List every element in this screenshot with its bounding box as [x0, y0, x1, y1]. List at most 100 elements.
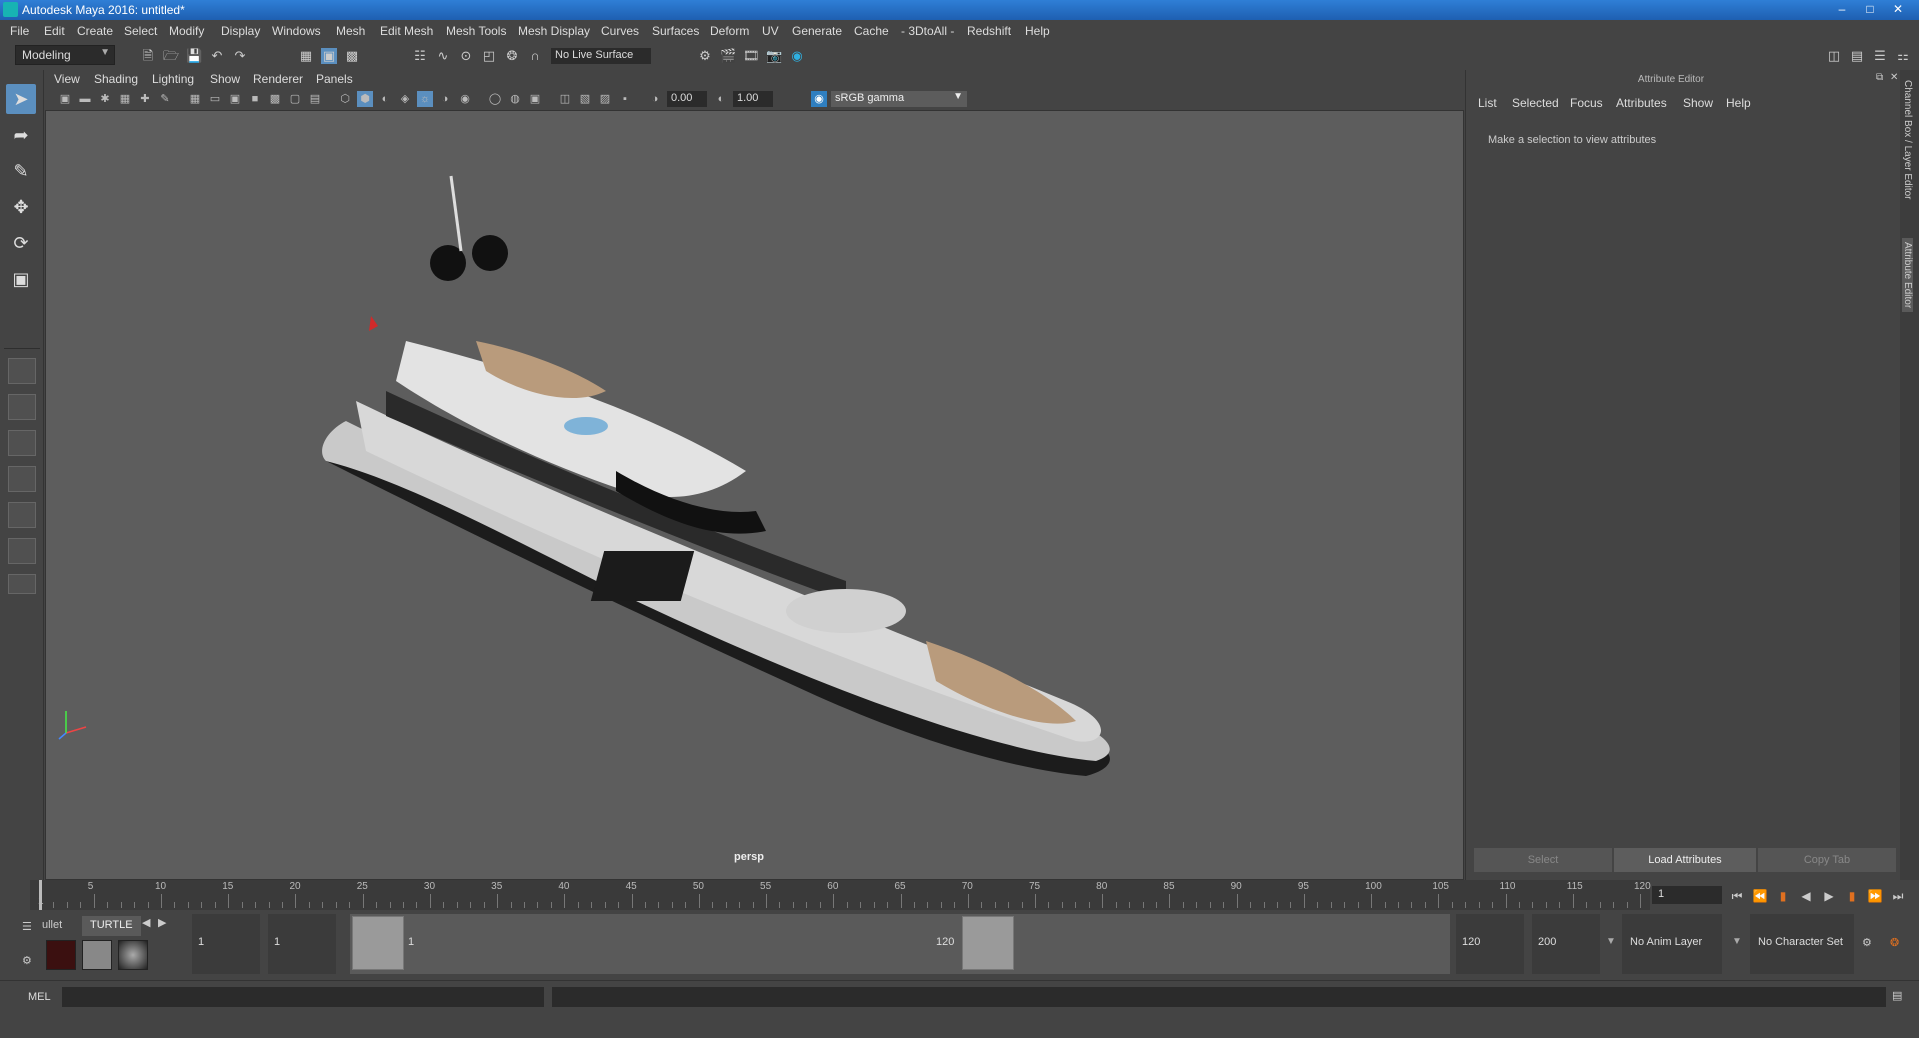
menu-mesh-display[interactable]: Mesh Display [518, 24, 590, 38]
panel-menu-view[interactable]: View [54, 72, 80, 86]
command-input[interactable] [62, 987, 544, 1007]
color-space-dropdown[interactable]: sRGB gamma ▼ [831, 91, 967, 107]
xray-icon[interactable]: ◯ [487, 91, 503, 107]
textured-icon[interactable]: ◈ [397, 91, 413, 107]
menu-mesh-tools[interactable]: Mesh Tools [446, 24, 506, 38]
play-forward-icon[interactable]: ▶ [1820, 888, 1838, 904]
anim-layer-dropdown[interactable]: No Anim Layer [1622, 914, 1722, 974]
gamma-icon[interactable]: ◐ [713, 91, 729, 107]
move-tool-icon[interactable]: ✥ [6, 192, 36, 222]
range-end-handle[interactable] [962, 916, 1014, 970]
snap-live-icon[interactable]: ❂ [504, 48, 520, 64]
float-panel-icon[interactable]: ⧉ [1876, 72, 1883, 83]
color-management-icon[interactable]: ◉ [811, 91, 827, 107]
backface-culling-icon[interactable]: ◫ [557, 91, 573, 107]
live-surface-field[interactable]: No Live Surface [551, 48, 651, 64]
current-time-marker[interactable] [39, 880, 42, 910]
lasso-tool-icon[interactable]: ➦ [6, 120, 36, 150]
turtle-render-icon[interactable] [46, 940, 76, 970]
render-view-icon[interactable]: 📷 [766, 48, 782, 64]
camera-select-icon[interactable]: ▣ [57, 91, 73, 107]
mode-dropdown[interactable]: Modeling ▼ [15, 45, 115, 65]
time-slider[interactable]: 1510152025303540455055606570758085909510… [0, 880, 1919, 910]
character-set-dropdown[interactable]: No Character Set [1750, 914, 1854, 974]
persp-graph-layout-icon[interactable] [8, 466, 36, 492]
image-plane-icon[interactable]: ▦ [117, 91, 133, 107]
menu-edit-mesh[interactable]: Edit Mesh [380, 24, 433, 38]
step-forward-key-icon[interactable]: ⏩ [1866, 888, 1884, 904]
chevron-down-icon[interactable]: ▼ [1732, 936, 1742, 947]
menu-deform[interactable]: Deform [710, 24, 749, 38]
rotate-tool-icon[interactable]: ⟳ [6, 228, 36, 258]
more-layouts-icon[interactable] [8, 574, 36, 594]
ae-menu-selected[interactable]: Selected [1512, 96, 1559, 110]
redo-icon[interactable]: ↷ [232, 48, 248, 64]
gamma-field[interactable]: 1.00 [733, 91, 773, 107]
chevron-down-icon[interactable]: ▼ [1606, 936, 1616, 947]
camera-attributes-icon[interactable]: ▬ [77, 91, 93, 107]
menu-create[interactable]: Create [77, 24, 113, 38]
turtle-sphere-icon[interactable] [118, 940, 148, 970]
menu-edit[interactable]: Edit [44, 24, 65, 38]
select-by-component-icon[interactable]: ▩ [344, 48, 360, 64]
channel-box-tab[interactable]: Channel Box / Layer Editor [1902, 80, 1913, 200]
field-chart-icon[interactable]: ▩ [267, 91, 283, 107]
menu-file[interactable]: File [10, 24, 29, 38]
current-frame-field[interactable]: 1 [1652, 886, 1722, 904]
step-forward-frame-icon[interactable]: ▮ [1843, 888, 1861, 904]
script-editor-icon[interactable]: ▤ [1892, 989, 1902, 1002]
shelf-settings-icon[interactable]: ⚙ [22, 954, 32, 967]
paint-select-tool-icon[interactable]: ✎ [6, 156, 36, 186]
new-scene-icon[interactable]: 🗎 [140, 48, 156, 64]
ae-menu-attributes[interactable]: Attributes [1616, 96, 1667, 110]
perspective-viewport[interactable]: persp [45, 110, 1464, 880]
ae-menu-focus[interactable]: Focus [1570, 96, 1603, 110]
step-back-frame-icon[interactable]: ▮ [1774, 888, 1792, 904]
isolate-select-icon[interactable]: ▣ [527, 91, 543, 107]
close-panel-icon[interactable]: ✕ [1890, 72, 1898, 83]
playback-end-field[interactable]: 120 [1456, 914, 1524, 974]
attribute-editor-tab[interactable]: Attribute Editor [1902, 238, 1913, 313]
snap-curve-icon[interactable]: ∿ [435, 48, 451, 64]
ae-menu-show[interactable]: Show [1683, 96, 1713, 110]
exposure-icon[interactable]: ◑ [647, 91, 663, 107]
time-ruler[interactable]: 1510152025303540455055606570758085909510… [30, 880, 1651, 910]
persp-outliner-layout-icon[interactable] [8, 430, 36, 456]
menu-uv[interactable]: UV [762, 24, 779, 38]
smooth-shade-icon[interactable]: ⬢ [357, 91, 373, 107]
use-all-lights-icon[interactable]: ☼ [417, 91, 433, 107]
animation-prefs-icon[interactable]: ❂ [1890, 936, 1899, 949]
step-back-key-icon[interactable]: ⏪ [1751, 888, 1769, 904]
snap-view-plane-icon[interactable]: ◰ [481, 48, 497, 64]
render-settings-icon[interactable]: ⚙ [697, 48, 713, 64]
film-gate-icon[interactable]: ▭ [207, 91, 223, 107]
shadows-icon[interactable]: ◑ [437, 91, 453, 107]
menu-windows[interactable]: Windows [272, 24, 321, 38]
safe-action-icon[interactable]: ▢ [287, 91, 303, 107]
ae-menu-help[interactable]: Help [1726, 96, 1751, 110]
undo-icon[interactable]: ↶ [209, 48, 225, 64]
load-attributes-button[interactable]: Load Attributes [1614, 848, 1756, 872]
panel-menu-shading[interactable]: Shading [94, 72, 138, 86]
grease-pencil-icon[interactable]: ✎ [157, 91, 173, 107]
play-backward-icon[interactable]: ◀ [1797, 888, 1815, 904]
minimize-icon[interactable]: – [1830, 0, 1854, 18]
shelf-tab-turtle[interactable]: TURTLE [82, 916, 141, 936]
menu-generate[interactable]: Generate [792, 24, 842, 38]
range-start-handle[interactable] [352, 916, 404, 970]
shelf-tab-bullet[interactable]: ullet [34, 916, 70, 936]
persp-graph-hypergraph-layout-icon[interactable] [8, 538, 36, 564]
menu-select[interactable]: Select [124, 24, 157, 38]
grid-icon[interactable]: ▦ [187, 91, 203, 107]
safe-title-icon[interactable]: ▤ [307, 91, 323, 107]
save-scene-icon[interactable]: 💾 [186, 48, 202, 64]
exposure-field[interactable]: 0.00 [667, 91, 707, 107]
wireframe-on-shaded-icon[interactable]: ◐ [377, 91, 393, 107]
maximize-icon[interactable]: □ [1858, 0, 1882, 18]
attribute-editor-toggle-icon[interactable]: ☰ [1872, 48, 1888, 64]
playback-start-field[interactable]: 1 [268, 914, 336, 974]
shelf-menu-icon[interactable]: ☰ [22, 920, 32, 933]
tool-settings-toggle-icon[interactable]: ⚏ [1895, 48, 1911, 64]
gate-mask-icon[interactable]: ■ [247, 91, 263, 107]
close-icon[interactable]: ✕ [1886, 0, 1910, 18]
